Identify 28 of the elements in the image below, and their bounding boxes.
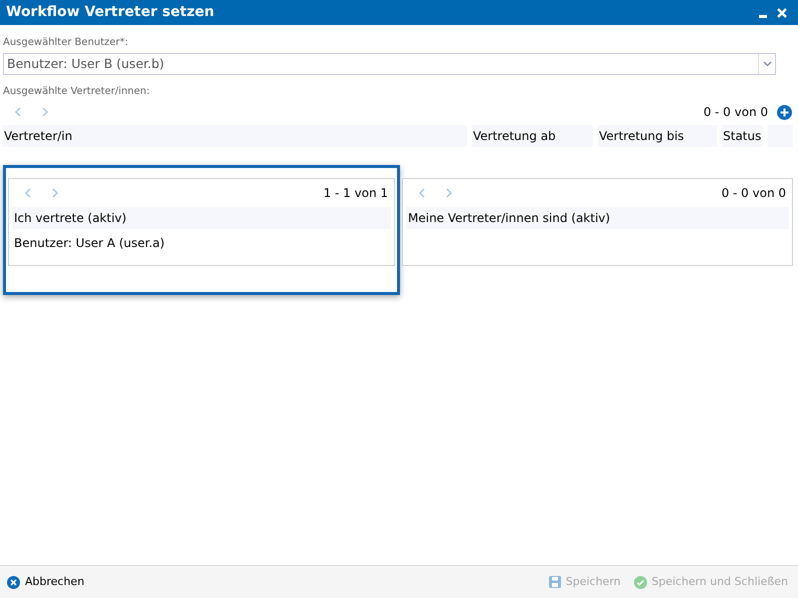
add-button[interactable] <box>777 104 792 120</box>
page-count: 0 - 0 von 0 <box>721 185 786 202</box>
page-count: 0 - 0 von 0 <box>703 104 768 121</box>
user-dropdown[interactable]: Benutzer: User B (user.b) <box>3 53 776 75</box>
column-header[interactable]: Vertretung bis <box>598 125 717 147</box>
column-header[interactable]: Vertreter/in <box>3 125 467 147</box>
chevron-left-icon <box>14 107 20 117</box>
list-heading: Meine Vertreter/innen sind (aktiv) <box>406 207 789 229</box>
chevron-right-icon <box>42 107 48 117</box>
chevron-left-icon <box>418 188 424 198</box>
checkmark-icon <box>634 576 647 588</box>
chevron-right-icon <box>52 188 58 198</box>
close-button[interactable] <box>776 6 788 18</box>
close-icon <box>7 576 20 588</box>
window-title: Workflow Vertreter setzen <box>6 3 214 22</box>
cancel-button[interactable]: Abbrechen <box>7 574 84 590</box>
list-row[interactable]: Benutzer: User A (user.a) <box>12 229 391 257</box>
chevron-down-icon <box>762 61 772 67</box>
page-count: 1 - 1 von 1 <box>323 185 388 202</box>
close-icon <box>777 8 787 18</box>
list-heading: Ich vertrete (aktiv) <box>12 207 391 229</box>
column-header[interactable]: Status <box>722 125 763 147</box>
chevron-right-icon <box>446 188 452 198</box>
column-header[interactable]: Vertretung ab <box>472 125 593 147</box>
field-label: Ausgewählte Vertreter/innen: <box>3 85 151 99</box>
plus-icon <box>780 108 789 116</box>
chevron-left-icon <box>24 188 30 198</box>
field-label: Ausgewählter Benutzer*: <box>3 36 130 50</box>
